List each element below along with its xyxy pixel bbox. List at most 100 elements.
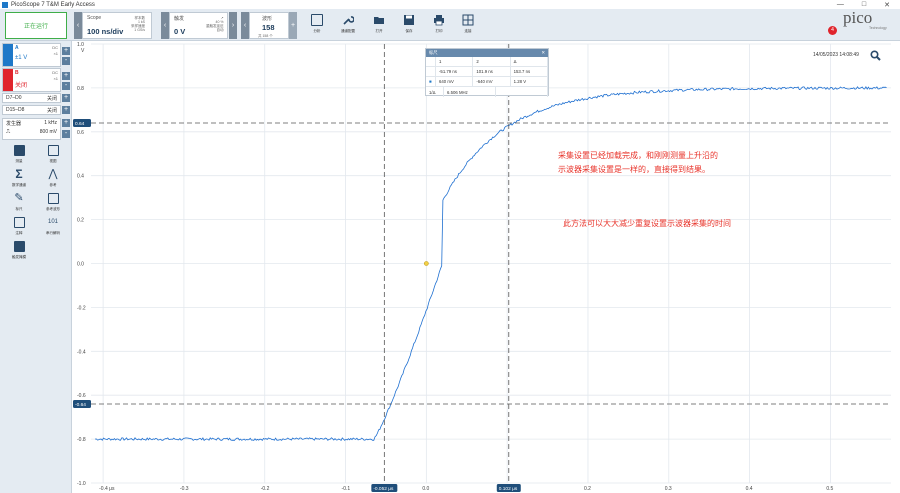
measurements-tool[interactable]: 测量 (4, 145, 34, 164)
timebase-control[interactable]: Scope 100 ns/div 样本数 1 kS 采样速度 1 GS/s (82, 12, 152, 39)
waveform-counter[interactable]: 波形 158 共 158 个 (249, 12, 289, 39)
open-tool[interactable]: 打开 (367, 12, 391, 39)
x-tick-label: -0.2 (261, 486, 270, 492)
channel-b-name: B (15, 70, 19, 76)
ref-waveform-icon (47, 193, 59, 204)
reference-tool[interactable]: ⋀ 参考 (38, 169, 68, 188)
channel-a-increase[interactable]: + (62, 47, 70, 55)
math-tool[interactable]: Σ 数学通道 (4, 167, 34, 188)
ref-waveform-tool[interactable]: 参考波形 (38, 193, 68, 212)
trigger-stepper-right[interactable]: › (229, 12, 237, 39)
ruler-header-row: 1 2 Δ (426, 57, 548, 67)
y-tick-label: 0.6 (77, 130, 84, 136)
x-tick-label: 0.3 (665, 486, 672, 492)
rulers-tool[interactable]: ✎ 标尺 (4, 193, 34, 212)
cursor-h1-label: 0.64 (75, 121, 85, 127)
printer-icon (433, 14, 445, 26)
channel-a-panel[interactable]: A DC ×1 ±1 V (2, 43, 61, 67)
serial-decode-icon: 101 (47, 219, 58, 225)
waveform-label: 波形 (262, 16, 273, 22)
grid-icon (462, 14, 474, 26)
channel-b-panel[interactable]: B DC ×1 关闭 (2, 68, 61, 92)
generator-panel[interactable]: 发生器 1 kHz ⎍ 800 mV (2, 118, 61, 140)
trigger-label: 触发 (174, 16, 185, 22)
zoom-icon[interactable] (870, 50, 881, 61)
y-tick-label: -0.8 (77, 437, 86, 443)
digital-d15-d8[interactable]: D15–D8 关闭 (2, 105, 61, 115)
y-tick-label: 0.8 (77, 86, 84, 92)
digital-d7-add[interactable]: + (62, 94, 70, 102)
waveform-count: 158 (262, 23, 275, 32)
channel-b-range: 关闭 (15, 83, 28, 89)
analysis-icon (311, 14, 323, 26)
trigger-control[interactable]: 触发 0 V ↗ 40 % 重触发延迟 自动 (169, 12, 228, 39)
connect-tool[interactable]: 连接 (456, 12, 480, 39)
channel-b-decrease[interactable]: - (62, 82, 70, 90)
x-tick-label: 0.5 (826, 486, 833, 492)
scope-label: Scope (87, 15, 102, 21)
run-button[interactable]: 正在运行 (5, 12, 67, 39)
window-title: PicoScope 7 T&M Early Access (11, 1, 95, 8)
save-tool[interactable]: 保存 (397, 12, 421, 39)
generator-down[interactable]: - (62, 130, 70, 138)
channel-a-name: A (15, 45, 19, 51)
ruler-table-title: 标尺 (429, 50, 438, 55)
y-tick-label: 0.0 (77, 262, 84, 268)
waveform-stepper[interactable]: ‹ (241, 12, 249, 39)
analysis-tool[interactable]: 分析 (305, 12, 329, 39)
y-tick-label: -0.4 (77, 349, 86, 355)
notification-badge[interactable]: 4 (828, 26, 837, 35)
y-tick-label: -0.2 (77, 305, 86, 311)
close-icon[interactable]: ✕ (541, 50, 545, 56)
x-tick-label: -0.3 (180, 486, 189, 492)
view-grid-icon (47, 145, 59, 156)
x-tick-label: -0.1 (342, 486, 351, 492)
notes-icon (13, 217, 25, 228)
annotation-note-1: 采集设置已经加载完成，和刚刚测量上升沿的 示波器采集设置是一样的，直接得到结果。 (558, 151, 718, 174)
trigger-stepper[interactable]: ‹ (161, 12, 169, 39)
pico-logo: pico Technology (839, 8, 895, 30)
cursor-h2-label: -0.64 (75, 402, 86, 408)
waveform-graph[interactable]: 1.00.80.60.40.20.0-0.2-0.4-0.6-0.8-1.0V-… (73, 41, 900, 493)
channel-config-tool[interactable]: 通道配置 (336, 12, 360, 39)
channel-a-decrease[interactable]: - (62, 57, 70, 65)
trigger-marker (424, 261, 429, 266)
capture-timestamp: 14/05/2023 14:08:49 (813, 52, 859, 58)
generator-up[interactable]: + (62, 119, 70, 127)
add-button[interactable]: + (289, 12, 297, 39)
notes-tool[interactable]: 注释 (4, 217, 34, 236)
sidebar: A DC ×1 ±1 V + - B DC ×1 关闭 + - D7–D0 关闭… (0, 41, 72, 493)
channel-b-increase[interactable]: + (62, 72, 70, 80)
print-tool[interactable]: 打印 (427, 12, 451, 39)
svg-text:Technology: Technology (869, 26, 887, 30)
y-tick-label: 0.2 (77, 218, 84, 224)
scope-plot[interactable]: 1.0 0.8 0.6 0.4 0.2 0.0 -0.2 -0.4 -0.6 -0.8 -1.0 V -… (73, 8, 900, 493)
y-tick-label: -1.0 (77, 481, 86, 487)
digital-d15-add[interactable]: + (62, 106, 70, 114)
svg-text:pico: pico (843, 8, 872, 27)
serial-decode-tool[interactable]: 101 串行解码 (38, 217, 68, 236)
timebase-value: 100 ns/div (87, 27, 124, 36)
ruler-time-row: -51.79 ns 101.9 ns 153.7 ns (426, 67, 548, 77)
ruler-frequency-row: 1/Δ 6.506 MHz (426, 87, 548, 97)
ruler-table[interactable]: 标尺 ✕ 1 2 Δ -51.79 ns 101.9 ns 153.7 ns ■… (425, 48, 549, 97)
views-tool[interactable]: 视图 (38, 145, 68, 164)
mask-tool[interactable]: 触发掩模 (4, 241, 34, 260)
y-tick-label: -0.6 (77, 393, 86, 399)
trigger-level: 0 V (174, 27, 186, 36)
channel-a-range: ±1 V (15, 55, 28, 61)
cursor-v1-label: -0.052 μs (373, 486, 394, 492)
pencil-icon: ✎ (14, 192, 24, 204)
channel-a-coupling: DC (52, 45, 58, 50)
sigma-icon: Σ (15, 167, 23, 181)
folder-icon (373, 14, 385, 26)
x-tick-label: 0.2 (584, 486, 591, 492)
toolbar: 正在运行 ‹ Scope 100 ns/div 样本数 1 kS 采样速度 1 … (0, 9, 900, 41)
annotation-note-2: 此方法可以大大减少重复设置示波器采集的时间 (563, 219, 731, 228)
timebase-stepper[interactable]: ‹ (74, 12, 82, 39)
save-icon (403, 14, 415, 26)
digital-d7-d0[interactable]: D7–D0 关闭 (2, 93, 61, 103)
mask-icon (13, 241, 25, 252)
wrench-icon (342, 14, 355, 26)
y-unit-label: V (81, 48, 85, 54)
